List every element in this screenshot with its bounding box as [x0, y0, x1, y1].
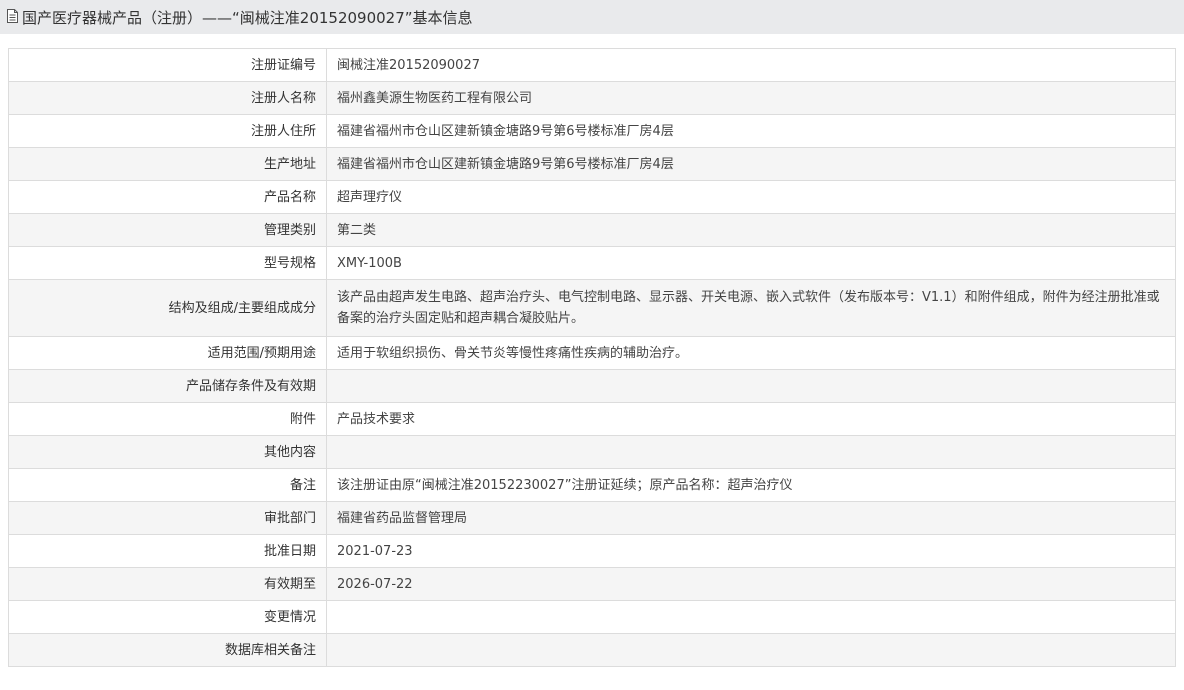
- table-row: 其他内容: [8, 435, 1176, 469]
- table-row: 批准日期 2021-07-23: [8, 534, 1176, 568]
- row-label: 变更情况: [8, 600, 327, 634]
- table-row: 产品储存条件及有效期: [8, 369, 1176, 403]
- detail-table: 注册证编号 闽械注准20152090027 注册人名称 福州鑫美源生物医药工程有…: [8, 48, 1176, 667]
- row-value: 超声理疗仪: [326, 180, 1176, 214]
- page-title: 国产医疗器械产品（注册）——“闽械注准20152090027”基本信息: [22, 8, 473, 27]
- row-label: 结构及组成/主要组成成分: [8, 279, 327, 337]
- row-value: 福建省福州市仓山区建新镇金塘路9号第6号楼标准厂房4层: [326, 114, 1176, 148]
- row-label: 管理类别: [8, 213, 327, 247]
- row-value: 该产品由超声发生电路、超声治疗头、电气控制电路、显示器、开关电源、嵌入式软件（发…: [326, 279, 1176, 337]
- row-value: 2026-07-22: [326, 567, 1176, 601]
- row-value: 福州鑫美源生物医药工程有限公司: [326, 81, 1176, 115]
- row-label: 注册人名称: [8, 81, 327, 115]
- row-label: 审批部门: [8, 501, 327, 535]
- table-row: 适用范围/预期用途 适用于软组织损伤、骨关节炎等慢性疼痛性疾病的辅助治疗。: [8, 336, 1176, 370]
- row-value: 福建省药品监督管理局: [326, 501, 1176, 535]
- row-value: 该注册证由原“闽械注准20152230027”注册证延续；原产品名称：超声治疗仪: [326, 468, 1176, 502]
- table-row: 注册人住所 福建省福州市仓山区建新镇金塘路9号第6号楼标准厂房4层: [8, 114, 1176, 148]
- table-row: 变更情况: [8, 600, 1176, 634]
- row-label: 型号规格: [8, 246, 327, 280]
- table-row: 管理类别 第二类: [8, 213, 1176, 247]
- table-row: 注册人名称 福州鑫美源生物医药工程有限公司: [8, 81, 1176, 115]
- document-icon: [6, 9, 19, 23]
- row-value: [326, 600, 1176, 634]
- row-value: 产品技术要求: [326, 402, 1176, 436]
- row-label: 数据库相关备注: [8, 633, 327, 667]
- table-row: 附件 产品技术要求: [8, 402, 1176, 436]
- table-row: 型号规格 XMY-100B: [8, 246, 1176, 280]
- row-value: [326, 435, 1176, 469]
- row-value: XMY-100B: [326, 246, 1176, 280]
- page-header: 国产医疗器械产品（注册）——“闽械注准20152090027”基本信息: [0, 0, 1184, 34]
- row-label: 注册人住所: [8, 114, 327, 148]
- table-row: 结构及组成/主要组成成分 该产品由超声发生电路、超声治疗头、电气控制电路、显示器…: [8, 279, 1176, 337]
- table-row: 注册证编号 闽械注准20152090027: [8, 48, 1176, 82]
- row-label: 附件: [8, 402, 327, 436]
- row-value: 闽械注准20152090027: [326, 48, 1176, 82]
- row-label: 批准日期: [8, 534, 327, 568]
- row-value: 适用于软组织损伤、骨关节炎等慢性疼痛性疾病的辅助治疗。: [326, 336, 1176, 370]
- row-label: 其他内容: [8, 435, 327, 469]
- table-row: 产品名称 超声理疗仪: [8, 180, 1176, 214]
- row-label: 有效期至: [8, 567, 327, 601]
- row-label: 生产地址: [8, 147, 327, 181]
- row-value: 第二类: [326, 213, 1176, 247]
- table-row: 数据库相关备注: [8, 633, 1176, 667]
- table-row: 备注 该注册证由原“闽械注准20152230027”注册证延续；原产品名称：超声…: [8, 468, 1176, 502]
- row-label: 产品储存条件及有效期: [8, 369, 327, 403]
- row-label: 备注: [8, 468, 327, 502]
- page-body: 注册证编号 闽械注准20152090027 注册人名称 福州鑫美源生物医药工程有…: [0, 34, 1184, 667]
- table-row: 生产地址 福建省福州市仓山区建新镇金塘路9号第6号楼标准厂房4层: [8, 147, 1176, 181]
- table-row: 有效期至 2026-07-22: [8, 567, 1176, 601]
- row-value: [326, 633, 1176, 667]
- row-label: 注册证编号: [8, 48, 327, 82]
- row-label: 适用范围/预期用途: [8, 336, 327, 370]
- row-value: [326, 369, 1176, 403]
- row-value: 2021-07-23: [326, 534, 1176, 568]
- table-row: 审批部门 福建省药品监督管理局: [8, 501, 1176, 535]
- row-label: 产品名称: [8, 180, 327, 214]
- row-value: 福建省福州市仓山区建新镇金塘路9号第6号楼标准厂房4层: [326, 147, 1176, 181]
